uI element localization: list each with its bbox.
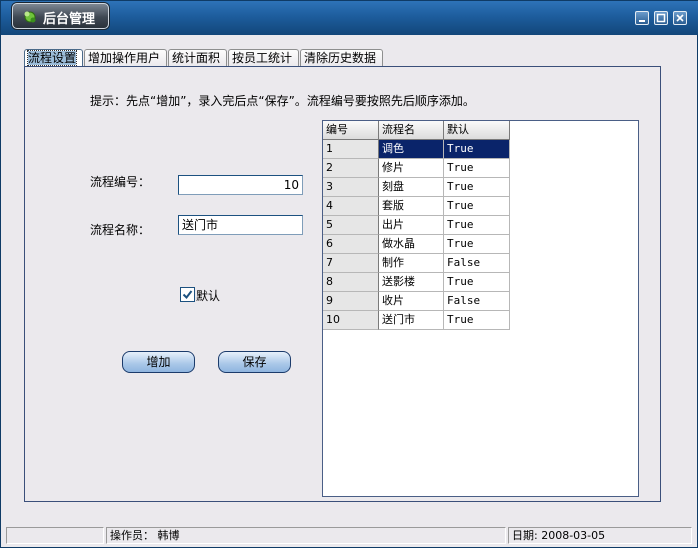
tab-flow-settings[interactable]: 流程设置	[24, 49, 83, 66]
hint-text: 提示：先点“增加”，录入完后点“保存”。流程编号要按照先后顺序添加。	[90, 94, 475, 108]
grid-cell-no[interactable]: 3	[323, 178, 379, 197]
grid-cell-no[interactable]: 7	[323, 254, 379, 273]
grid-cell-no[interactable]: 5	[323, 216, 379, 235]
grid-cell-name[interactable]: 送门市	[379, 311, 444, 330]
tab-employee-stats[interactable]: 按员工统计	[228, 49, 299, 66]
flow-settings-panel: 提示：先点“增加”，录入完后点“保存”。流程编号要按照先后顺序添加。 流程编号：…	[24, 66, 661, 502]
grid-cell-name[interactable]: 送影楼	[379, 273, 444, 292]
tab-area-stats[interactable]: 统计面积	[168, 49, 227, 66]
grid-cell-name[interactable]: 调色	[379, 140, 444, 159]
grid-cell-default[interactable]: True	[444, 235, 510, 254]
save-button[interactable]: 保存	[218, 351, 291, 373]
operator-status: 操作员： 韩博	[106, 527, 506, 544]
grid-cell-name[interactable]: 出片	[379, 216, 444, 235]
tab-add-operator[interactable]: 增加操作用户	[84, 49, 167, 66]
tab-flow-settings-label: 流程设置	[26, 50, 78, 66]
status-bar: 操作员： 韩博 日期: 2008-03-05	[6, 525, 692, 544]
grid-cell-default[interactable]: True	[444, 273, 510, 292]
title-tab: 后台管理	[12, 3, 109, 29]
tab-add-operator-label: 增加操作用户	[88, 51, 161, 65]
flow-no-label: 流程编号：	[90, 175, 151, 189]
grid-cell-default[interactable]: True	[444, 178, 510, 197]
grid-cell-default[interactable]: True	[444, 197, 510, 216]
grid-cell-no[interactable]: 1	[323, 140, 379, 159]
date-status: 日期: 2008-03-05	[508, 527, 692, 544]
app-logo-icon	[24, 11, 36, 23]
flow-name-input[interactable]: 送门市	[178, 215, 303, 235]
status-segment-empty	[6, 527, 104, 544]
tab-clear-history[interactable]: 清除历史数据	[300, 49, 383, 66]
add-button[interactable]: 增加	[122, 351, 195, 373]
grid-header-name[interactable]: 流程名	[379, 121, 444, 140]
default-checkbox[interactable]	[180, 287, 195, 302]
grid-cell-no[interactable]: 9	[323, 292, 379, 311]
flow-name-label: 流程名称：	[90, 223, 151, 237]
grid-cell-name[interactable]: 修片	[379, 159, 444, 178]
grid-cell-default[interactable]: False	[444, 254, 510, 273]
window-title: 后台管理	[43, 12, 96, 27]
maximize-button[interactable]	[654, 11, 668, 25]
grid-cell-default[interactable]: True	[444, 159, 510, 178]
grid-header-default[interactable]: 默认	[444, 121, 510, 140]
client-area: 流程设置 增加操作用户 统计面积 按员工统计 清除历史数据 提示：先点“增加”，…	[6, 35, 692, 521]
grid-cell-default[interactable]: True	[444, 216, 510, 235]
grid-cell-default[interactable]: True	[444, 140, 510, 159]
main-window: 后台管理 流程设置 增加操作用户 统计面积 按员工统计 清除历史数据 提示：先点…	[0, 0, 698, 548]
flow-grid: 编号 流程名 默认 1 调色 True 2 修片 True 3 刻盘 True 4 套版 True 5 出…	[322, 120, 639, 497]
grid-cell-name[interactable]: 刻盘	[379, 178, 444, 197]
grid-cell-no[interactable]: 4	[323, 197, 379, 216]
grid-cell-default[interactable]: True	[444, 311, 510, 330]
grid-cell-name[interactable]: 套版	[379, 197, 444, 216]
tab-clear-history-label: 清除历史数据	[304, 51, 377, 65]
default-checkbox-label[interactable]: 默认	[196, 287, 220, 304]
tab-employee-stats-label: 按员工统计	[232, 51, 293, 65]
tab-area-stats-label: 统计面积	[172, 51, 221, 65]
close-button[interactable]	[673, 11, 687, 25]
grid-cell-name[interactable]: 做水晶	[379, 235, 444, 254]
minimize-button[interactable]	[635, 11, 649, 25]
close-icon	[676, 14, 684, 22]
grid-cell-no[interactable]: 10	[323, 311, 379, 330]
grid-cell-name[interactable]: 收片	[379, 292, 444, 311]
maximize-icon	[656, 13, 666, 23]
grid-header-no[interactable]: 编号	[323, 121, 379, 140]
grid-cell-default[interactable]: False	[444, 292, 510, 311]
title-bar[interactable]: 后台管理	[1, 1, 698, 35]
checkmark-icon	[182, 290, 193, 300]
grid-cell-no[interactable]: 6	[323, 235, 379, 254]
minimize-icon	[639, 20, 645, 22]
grid-cell-name[interactable]: 制作	[379, 254, 444, 273]
flow-no-input[interactable]: 10	[178, 175, 303, 195]
grid-cell-no[interactable]: 2	[323, 159, 379, 178]
grid-cell-no[interactable]: 8	[323, 273, 379, 292]
